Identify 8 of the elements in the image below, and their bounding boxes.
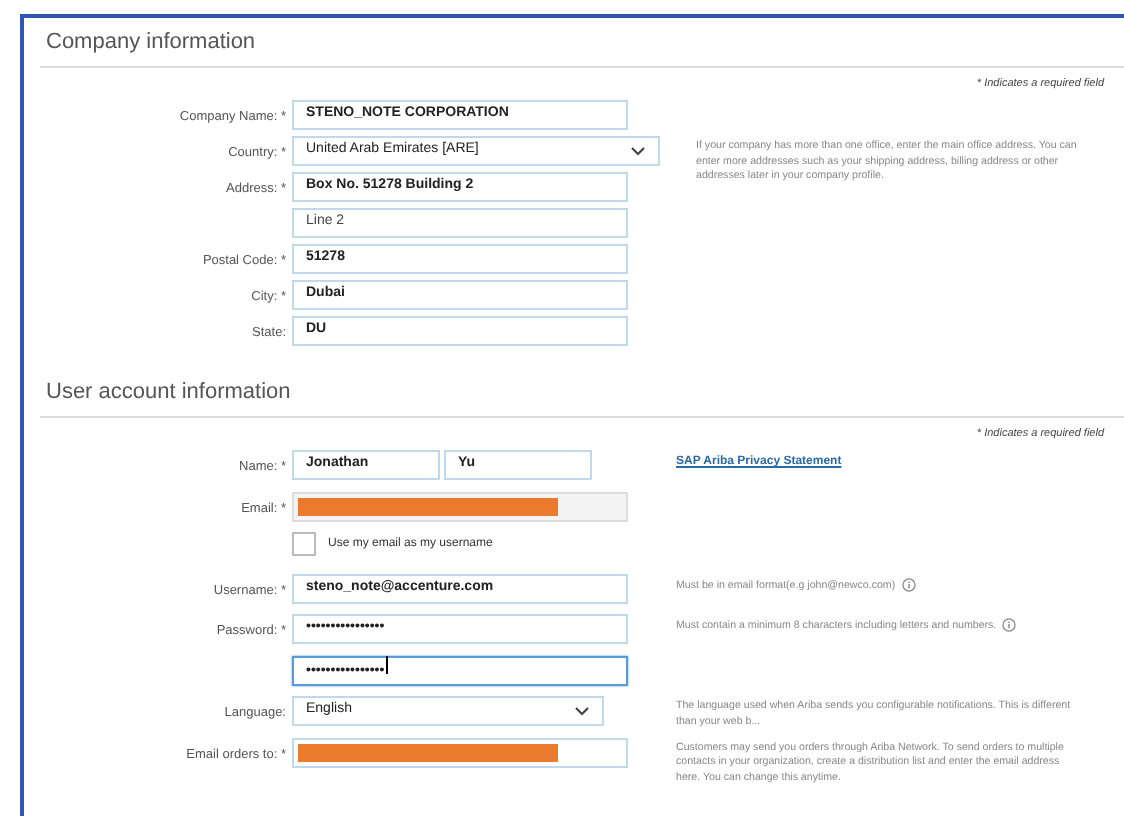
chevron-down-icon xyxy=(630,145,646,157)
section-title: User account information xyxy=(44,378,293,408)
section-title: Company information xyxy=(44,28,258,58)
chevron-down-icon xyxy=(574,705,590,717)
checkbox[interactable] xyxy=(292,532,316,556)
info-icon[interactable] xyxy=(901,577,916,591)
info-icon[interactable] xyxy=(1002,618,1017,632)
email-field[interactable] xyxy=(292,737,628,767)
